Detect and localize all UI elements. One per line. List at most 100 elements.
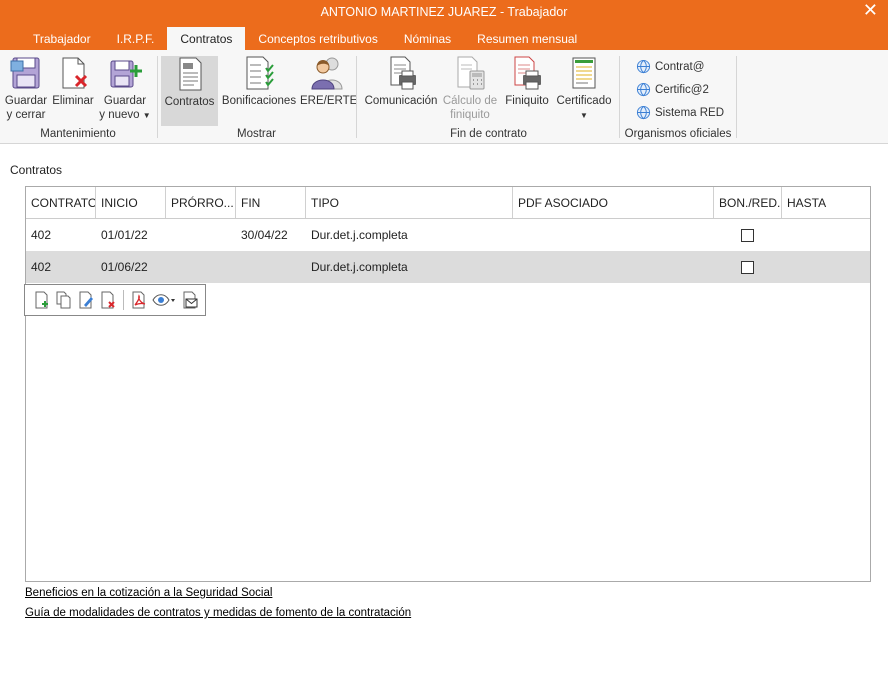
edit-document-icon[interactable] <box>77 291 95 309</box>
ribbon-separator <box>619 56 620 138</box>
certificate-icon <box>572 57 596 89</box>
save-close-button[interactable]: Guardar y cerrar <box>4 55 48 122</box>
cell-prorroga <box>166 251 171 283</box>
column-header-hasta[interactable]: HASTA <box>782 187 870 218</box>
column-header-prorroga[interactable]: PRÓRRO... <box>166 187 236 218</box>
mail-document-icon[interactable] <box>181 291 199 309</box>
tab-resumen-mensual[interactable]: Resumen mensual <box>464 27 590 50</box>
ribbon-separator <box>157 56 158 138</box>
calculo-label-2: finiquito <box>450 109 490 121</box>
people-icon <box>311 57 343 90</box>
cell-inicio: 01/01/22 <box>101 228 148 242</box>
contratos-view-button[interactable]: Contratos <box>161 56 218 126</box>
column-header-tipo[interactable]: TIPO <box>306 187 513 218</box>
column-header-contrato[interactable]: CONTRATO <box>26 187 96 218</box>
delete-label: Eliminar <box>52 95 94 107</box>
contratos-view-label: Contratos <box>164 96 215 108</box>
comunicacion-button[interactable]: Comunicación <box>363 55 439 108</box>
pdf-icon[interactable] <box>130 291 148 309</box>
cell-fin <box>236 251 241 283</box>
section-title: Contratos <box>10 163 63 177</box>
certificado-button[interactable]: Certificado ▼ <box>554 55 614 123</box>
group-label-mantenimiento: Mantenimiento <box>40 128 116 140</box>
cell-pdf <box>513 219 518 251</box>
copy-document-icon[interactable] <box>55 291 73 309</box>
cell-prorroga <box>166 219 171 251</box>
column-header-fin[interactable]: FIN <box>236 187 306 218</box>
ribbon-separator <box>356 56 357 138</box>
contracts-table: CONTRATO INICIO PRÓRRO... FIN TIPO PDF A… <box>25 186 871 582</box>
globe-icon <box>636 105 651 120</box>
cell-hasta <box>782 251 787 283</box>
ere-erte-button[interactable]: ERE/ERTE <box>300 55 357 108</box>
bonificaciones-label: Bonificaciones <box>221 95 297 107</box>
tab-trabajador[interactable]: Trabajador <box>20 27 104 50</box>
checklist-icon <box>246 56 274 90</box>
view-dropdown-icon[interactable] <box>152 291 176 309</box>
finiquito-label: Finiquito <box>505 95 549 107</box>
print-document-icon <box>390 56 416 90</box>
chevron-down-icon: ▼ <box>580 111 588 120</box>
delete-button[interactable]: Eliminar <box>51 55 95 108</box>
save-close-label-1: Guardar <box>4 95 48 107</box>
ribbon: Guardar y cerrar Eliminar Guardar y nuev… <box>0 50 888 144</box>
calculo-finiquito-button[interactable]: Cálculo de finiquito <box>440 55 500 122</box>
save-new-button[interactable]: Guardar y nuevo ▼ <box>98 55 152 123</box>
comunicacion-label: Comunicación <box>364 95 438 107</box>
tab-conceptos-retributivos[interactable]: Conceptos retributivos <box>245 27 390 50</box>
close-icon[interactable]: ✕ <box>863 0 878 21</box>
table-row[interactable]: 402 01/01/22 30/04/22 Dur.det.j.completa <box>26 219 870 251</box>
table-header: CONTRATO INICIO PRÓRRO... FIN TIPO PDF A… <box>26 187 870 219</box>
cell-pdf <box>513 251 518 283</box>
contract-document-icon <box>179 57 201 91</box>
bonificaciones-button[interactable]: Bonificaciones <box>221 55 297 108</box>
cell-tipo: Dur.det.j.completa <box>311 260 408 274</box>
beneficios-link[interactable]: Beneficios en la cotización a la Segurid… <box>25 587 272 599</box>
cell-contrato: 402 <box>31 228 52 242</box>
window-title: ANTONIO MARTINEZ JUAREZ - Trabajador <box>320 5 568 19</box>
bon-red-checkbox[interactable] <box>741 261 754 274</box>
certifica-label: Certific@2 <box>655 83 709 96</box>
title-bar: ANTONIO MARTINEZ JUAREZ - Trabajador ✕ T… <box>0 0 888 50</box>
table-row[interactable]: 402 01/06/22 Dur.det.j.completa <box>26 251 870 283</box>
save-close-icon <box>10 57 40 89</box>
row-actions-toolbar <box>24 284 206 316</box>
print-finiquito-icon <box>514 56 541 90</box>
contrata-label: Contrat@ <box>655 60 705 73</box>
chevron-down-icon: ▼ <box>142 111 151 120</box>
delete-document-icon[interactable] <box>99 291 117 309</box>
save-new-label-1: Guardar <box>103 95 147 107</box>
calculator-icon <box>457 56 485 90</box>
cell-hasta <box>782 219 787 251</box>
column-header-inicio[interactable]: INICIO <box>96 187 166 218</box>
tab-contratos[interactable]: Contratos <box>167 27 246 50</box>
calculo-label-1: Cálculo de <box>442 95 498 107</box>
delete-document-icon <box>62 57 88 89</box>
tab-bar: Trabajador I.R.P.F. Contratos Conceptos … <box>20 27 590 50</box>
tab-nominas[interactable]: Nóminas <box>391 27 464 50</box>
certificado-label: Certificado <box>556 95 612 107</box>
ribbon-separator <box>736 56 737 138</box>
column-header-pdf-asociado[interactable]: PDF ASOCIADO <box>513 187 714 218</box>
guia-modalidades-link[interactable]: Guía de modalidades de contratos y medid… <box>25 607 411 619</box>
save-close-label-2: y cerrar <box>6 109 46 121</box>
group-label-mostrar: Mostrar <box>237 128 276 140</box>
save-new-icon <box>110 60 142 88</box>
cell-fin: 30/04/22 <box>241 228 288 242</box>
save-new-label-2: y nuevo <box>99 109 140 121</box>
toolbar-separator <box>123 290 124 310</box>
cell-contrato: 402 <box>31 260 52 274</box>
new-document-icon[interactable] <box>33 291 51 309</box>
contrata-link[interactable]: Contrat@ <box>636 59 704 74</box>
cell-tipo: Dur.det.j.completa <box>311 228 408 242</box>
finiquito-button[interactable]: Finiquito <box>502 55 552 108</box>
certifica-link[interactable]: Certific@2 <box>636 82 709 97</box>
globe-icon <box>636 59 651 74</box>
tab-irpf[interactable]: I.R.P.F. <box>104 27 168 50</box>
sistema-red-label: Sistema RED <box>655 106 725 119</box>
sistema-red-link[interactable]: Sistema RED <box>636 105 724 120</box>
bon-red-checkbox[interactable] <box>741 229 754 242</box>
cell-inicio: 01/06/22 <box>101 260 148 274</box>
column-header-bon-red[interactable]: BON./RED. <box>714 187 782 218</box>
group-label-fin-contrato: Fin de contrato <box>450 128 527 140</box>
